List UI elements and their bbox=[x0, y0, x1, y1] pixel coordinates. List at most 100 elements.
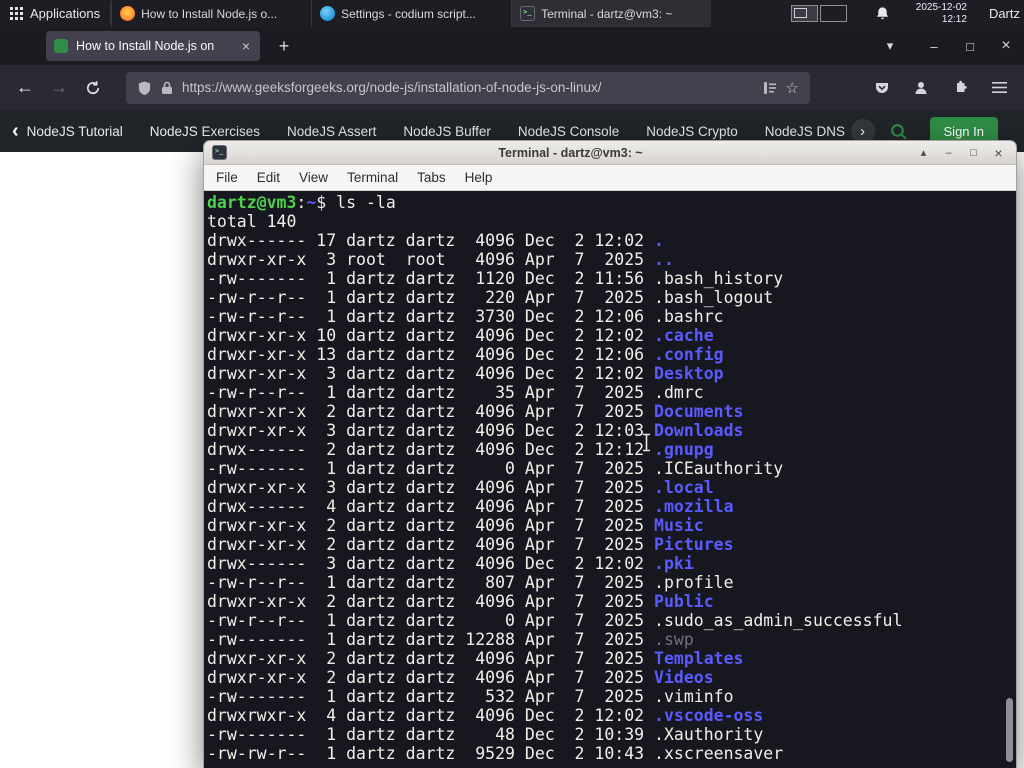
nav-scroll-left-icon[interactable]: ‹ bbox=[12, 120, 19, 143]
reader-mode-icon[interactable] bbox=[763, 81, 777, 95]
file-meta: drwx------ 3 dartz dartz 4096 Dec 2 12:0… bbox=[207, 554, 655, 573]
gfg-nav-link[interactable]: NodeJS Tutorial bbox=[27, 124, 123, 139]
terminal-close-button[interactable]: × bbox=[989, 145, 1008, 161]
file-name[interactable]: .bash_history bbox=[654, 269, 783, 288]
file-name[interactable]: .cache bbox=[654, 326, 714, 345]
minimize-button[interactable]: – bbox=[916, 39, 952, 54]
file-row: drwxr-xr-x 2 dartz dartz 4096 Apr 7 2025… bbox=[207, 402, 1016, 421]
file-row: -rw-rw-r-- 1 dartz dartz 9529 Dec 2 10:4… bbox=[207, 744, 1016, 763]
file-name[interactable]: Videos bbox=[654, 668, 714, 687]
file-name[interactable]: .ICEauthority bbox=[654, 459, 783, 478]
file-meta: -rw------- 1 dartz dartz 12288 Apr 7 202… bbox=[207, 630, 655, 649]
taskbar-window-button[interactable]: Settings - codium script... bbox=[311, 0, 511, 27]
file-name[interactable]: .xscreensaver bbox=[654, 744, 783, 763]
panel-user-menu[interactable]: Dartz bbox=[989, 0, 1024, 27]
file-name[interactable]: .local bbox=[654, 478, 714, 497]
file-name[interactable]: Downloads bbox=[654, 421, 743, 440]
file-name[interactable]: .mozilla bbox=[654, 497, 733, 516]
terminal-menu-item[interactable]: View bbox=[299, 170, 328, 185]
file-name[interactable]: Music bbox=[654, 516, 704, 535]
file-name[interactable]: .viminfo bbox=[654, 687, 733, 706]
menu-button[interactable] bbox=[982, 72, 1016, 104]
panel-clock[interactable]: 2025-12-02 12:12 bbox=[916, 0, 967, 27]
forward-button[interactable]: → bbox=[42, 72, 76, 104]
list-tabs-button[interactable]: ▾ bbox=[872, 38, 908, 54]
file-row: drwxr-xr-x 3 root root 4096 Apr 7 2025 .… bbox=[207, 250, 1016, 269]
terminal-window: Terminal - dartz@vm3: ~ ▴ – □ × File Edit… bbox=[203, 140, 1017, 768]
file-name[interactable]: .config bbox=[654, 345, 724, 364]
gfg-nav-link[interactable]: NodeJS Console bbox=[518, 124, 619, 139]
file-meta: drwxr-xr-x 13 dartz dartz 4096 Dec 2 12:… bbox=[207, 345, 655, 364]
terminal-menu-item[interactable]: Tabs bbox=[417, 170, 446, 185]
maximize-button[interactable]: □ bbox=[952, 39, 988, 54]
search-button[interactable] bbox=[889, 122, 908, 141]
gfg-nav-link[interactable]: NodeJS Exercises bbox=[150, 124, 260, 139]
shade-button[interactable]: ▴ bbox=[914, 146, 933, 159]
file-row: drwxr-xr-x 2 dartz dartz 4096 Apr 7 2025… bbox=[207, 592, 1016, 611]
bell-icon bbox=[876, 7, 888, 20]
file-name[interactable]: .bash_logout bbox=[654, 288, 773, 307]
file-meta: drwxrwxr-x 4 dartz dartz 4096 Dec 2 12:0… bbox=[207, 706, 655, 725]
gfg-nav-link[interactable]: NodeJS Assert bbox=[287, 124, 376, 139]
gfg-nav-link[interactable]: NodeJS Buffer bbox=[403, 124, 491, 139]
file-meta: -rw-r--r-- 1 dartz dartz 35 Apr 7 2025 bbox=[207, 383, 655, 402]
terminal-menu-item[interactable]: Terminal bbox=[347, 170, 398, 185]
lock-icon[interactable] bbox=[161, 81, 173, 95]
file-name[interactable]: .swp bbox=[654, 630, 694, 649]
file-row: drwxrwxr-x 4 dartz dartz 4096 Dec 2 12:0… bbox=[207, 706, 1016, 725]
file-row: drwxr-xr-x 3 dartz dartz 4096 Apr 7 2025… bbox=[207, 478, 1016, 497]
terminal-title-bar[interactable]: Terminal - dartz@vm3: ~ ▴ – □ × bbox=[204, 141, 1016, 165]
gfg-nav-link[interactable]: NodeJS DNS bbox=[765, 124, 845, 139]
terminal-menu-item[interactable]: Edit bbox=[257, 170, 280, 185]
taskbar-window-button[interactable]: How to Install Node.js o... bbox=[111, 0, 311, 27]
file-name[interactable]: Documents bbox=[654, 402, 743, 421]
browser-tab[interactable]: How to Install Node.js on × bbox=[46, 31, 260, 61]
back-button[interactable]: ← bbox=[8, 72, 42, 104]
account-button[interactable] bbox=[904, 72, 938, 104]
file-name[interactable]: .profile bbox=[654, 573, 733, 592]
window-title: Settings - codium script... bbox=[341, 6, 476, 21]
terminal-window-title: Terminal - dartz@vm3: ~ bbox=[498, 145, 643, 160]
file-name[interactable]: .pki bbox=[654, 554, 694, 573]
notifications-button[interactable] bbox=[875, 0, 890, 27]
file-meta: -rw------- 1 dartz dartz 48 Dec 2 10:39 bbox=[207, 725, 655, 744]
file-name[interactable]: .bashrc bbox=[654, 307, 724, 326]
workspace-2[interactable] bbox=[819, 5, 847, 22]
url-bar[interactable]: https://www.geeksforgeeks.org/node-js/in… bbox=[126, 71, 810, 104]
file-name[interactable]: .vscode-oss bbox=[654, 706, 763, 725]
shield-icon[interactable] bbox=[137, 80, 152, 96]
file-name[interactable]: Pictures bbox=[654, 535, 733, 554]
pocket-button[interactable] bbox=[865, 72, 899, 104]
bookmark-star-icon[interactable]: ☆ bbox=[786, 79, 799, 97]
terminal-menu-item[interactable]: Help bbox=[465, 170, 493, 185]
terminal-screen[interactable]: dartz@vm3:~$ ls -la total 140 drwx------… bbox=[204, 191, 1016, 768]
url-text[interactable]: https://www.geeksforgeeks.org/node-js/in… bbox=[182, 80, 754, 95]
hamburger-icon bbox=[991, 82, 1007, 93]
terminal-menu-item[interactable]: File bbox=[216, 170, 238, 185]
workspace-switcher[interactable] bbox=[790, 0, 847, 27]
close-button[interactable]: × bbox=[988, 37, 1024, 55]
terminal-scrollbar[interactable] bbox=[1006, 698, 1013, 762]
taskbar-window-button[interactable]: Terminal - dartz@vm3: ~ bbox=[511, 0, 712, 27]
file-name[interactable]: .. bbox=[654, 250, 674, 269]
reload-button[interactable] bbox=[76, 72, 110, 104]
terminal-maximize-button[interactable]: □ bbox=[964, 147, 983, 159]
file-name[interactable]: Public bbox=[654, 592, 714, 611]
file-name[interactable]: .dmrc bbox=[654, 383, 704, 402]
workspace-1[interactable] bbox=[790, 5, 818, 22]
new-tab-button[interactable]: + bbox=[270, 36, 298, 57]
terminal-minimize-button[interactable]: – bbox=[939, 147, 958, 159]
window-controls: ▾ – □ × bbox=[872, 37, 1024, 55]
file-name[interactable]: Desktop bbox=[654, 364, 724, 383]
gfg-nav-link[interactable]: NodeJS Crypto bbox=[646, 124, 738, 139]
file-name[interactable]: .gnupg bbox=[654, 440, 714, 459]
prompt-symbol: $ bbox=[316, 193, 337, 212]
file-name[interactable]: Templates bbox=[654, 649, 743, 668]
file-name[interactable]: .sudo_as_admin_successful bbox=[654, 611, 902, 630]
applications-menu-button[interactable]: Applications bbox=[0, 0, 110, 27]
extensions-button[interactable] bbox=[943, 72, 977, 104]
file-name[interactable]: . bbox=[654, 231, 664, 250]
file-name[interactable]: .Xauthority bbox=[654, 725, 763, 744]
tab-close-button[interactable]: × bbox=[240, 38, 252, 54]
panel-spacer bbox=[711, 0, 791, 27]
